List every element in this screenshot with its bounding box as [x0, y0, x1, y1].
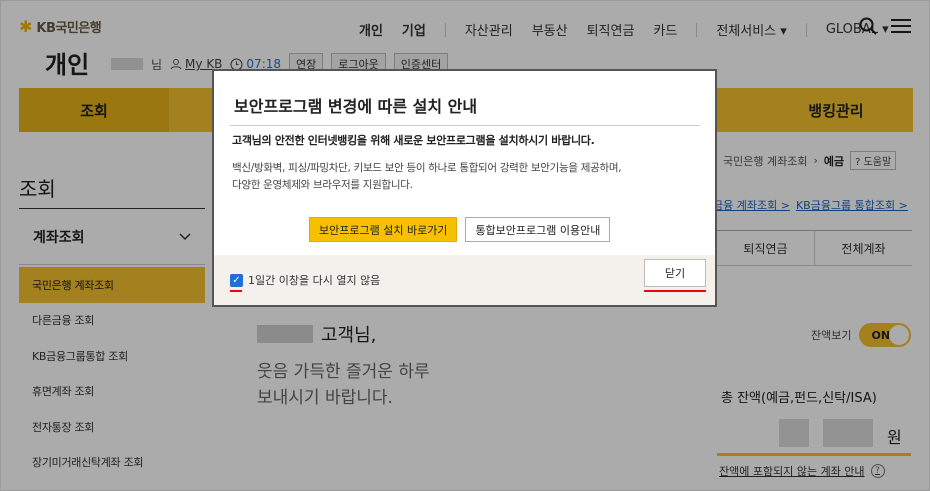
close-button[interactable]: 닫기 [644, 259, 706, 287]
no-show-option[interactable]: ✓ 1일간 이창을 다시 열지 않음 [230, 272, 380, 288]
modal-desc-line-2: 다양한 운영체제와 브라우저를 지원합니다. [232, 179, 413, 191]
security-install-modal: 보안프로그램 변경에 따른 설치 안내 고객님의 안전한 인터넷뱅킹을 위해 새… [212, 69, 717, 307]
modal-description: 백신/방화벽, 피싱/파밍차단, 키보드 보안 등이 하나로 통합되어 강력한 … [232, 160, 622, 194]
modal-footer: ✓ 1일간 이창을 다시 열지 않음 닫기 [214, 255, 715, 305]
highlight-underline [644, 290, 706, 292]
highlight-underline [230, 290, 242, 292]
modal-lead: 고객님의 안전한 인터넷뱅킹을 위해 새로운 보안프로그램을 설치하시기 바랍니… [232, 134, 595, 147]
checkbox-checked-icon[interactable]: ✓ [230, 273, 243, 287]
modal-buttons: 보안프로그램 설치 바로가기 통합보안프로그램 이용안내 [309, 217, 611, 242]
install-button[interactable]: 보안프로그램 설치 바로가기 [309, 217, 458, 242]
modal-desc-line-1: 백신/방화벽, 피싱/파밍차단, 키보드 보안 등이 하나로 통합되어 강력한 … [232, 162, 622, 174]
no-show-label: 1일간 이창을 다시 열지 않음 [248, 274, 381, 287]
browser-frame: ✱ KB국민은행 개인 님 My KB 07:18 연장 로그아웃 인증센터 개… [0, 0, 930, 491]
divider [230, 125, 700, 126]
modal-title: 보안프로그램 변경에 따른 설치 안내 [234, 97, 478, 116]
guide-button[interactable]: 통합보안프로그램 이용안내 [465, 217, 611, 242]
